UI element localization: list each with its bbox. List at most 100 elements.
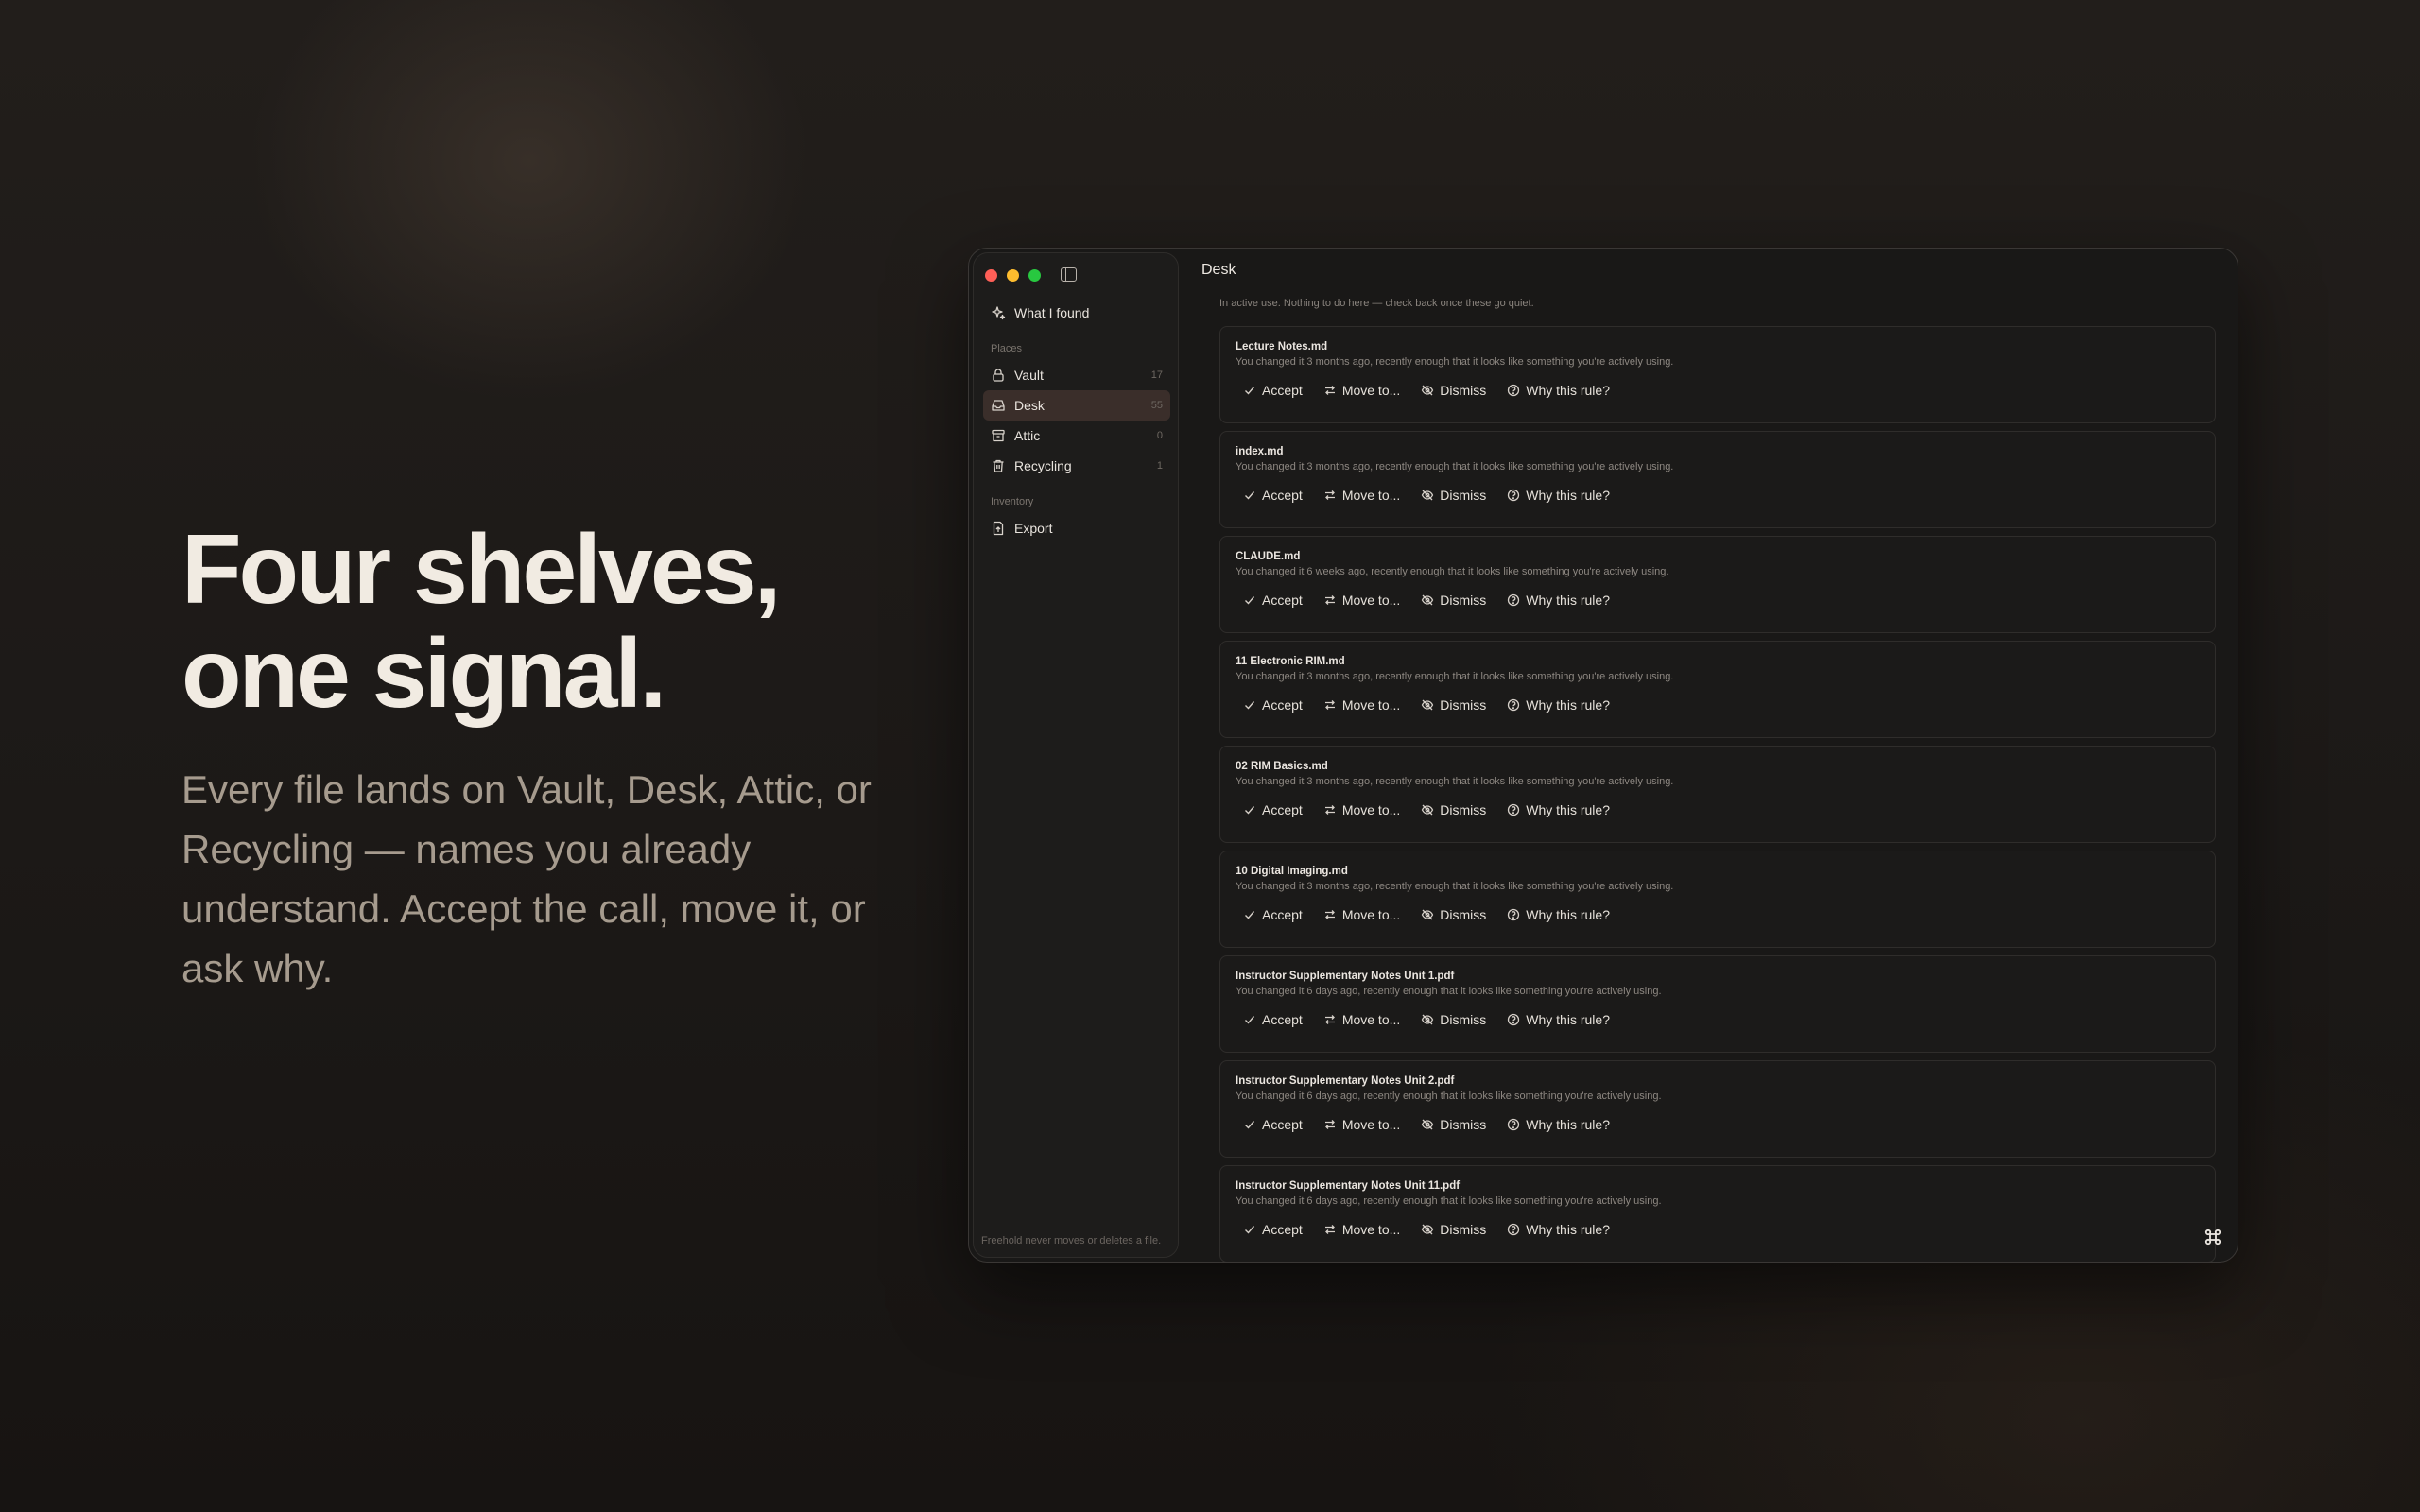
why-this-rule-button[interactable]: Why this rule?	[1507, 593, 1610, 608]
why-this-rule-button[interactable]: Why this rule?	[1507, 1117, 1610, 1132]
move-to-label: Move to...	[1341, 488, 1401, 503]
file-name: Instructor Supplementary Notes Unit 2.pd…	[1236, 1075, 1455, 1087]
hero-title: Four shelves, one signal.	[182, 518, 919, 726]
accept-button[interactable]: Accept	[1243, 1222, 1303, 1237]
sidebar-item-label: Attic	[1014, 428, 1041, 443]
sidebar-item-what-i-found[interactable]: What I found	[983, 298, 1170, 328]
check-icon	[1245, 806, 1255, 815]
file-actions: Accept Move to... Dismiss Why this rule?	[1236, 488, 2200, 503]
why-this-rule-label: Why this rule?	[1526, 1012, 1610, 1027]
move-to-button[interactable]: Move to...	[1323, 697, 1400, 713]
why-this-rule-button[interactable]: Why this rule?	[1507, 1222, 1610, 1237]
accept-button[interactable]: Accept	[1243, 802, 1303, 817]
dismiss-button[interactable]: Dismiss	[1421, 802, 1486, 817]
sidebar-item-desk[interactable]: Desk 55	[983, 390, 1170, 421]
why-this-rule-button[interactable]: Why this rule?	[1507, 697, 1610, 713]
why-this-rule-label: Why this rule?	[1526, 593, 1610, 608]
dismiss-button[interactable]: Dismiss	[1421, 488, 1486, 503]
file-reason: You changed it 3 months ago, recently en…	[1236, 356, 1674, 368]
accept-button[interactable]: Accept	[1243, 1012, 1303, 1027]
eye-off-icon	[1422, 1119, 1434, 1130]
accept-button[interactable]: Accept	[1243, 383, 1303, 398]
sidebar-item-recycling[interactable]: Recycling 1	[983, 451, 1170, 481]
arrows-swap-icon	[1324, 700, 1335, 710]
accept-button[interactable]: Accept	[1243, 593, 1303, 608]
help-circle-icon	[1508, 698, 1520, 712]
hero-title-line-1: Four shelves,	[182, 515, 781, 625]
eye-off-icon	[1422, 594, 1434, 606]
dismiss-button[interactable]: Dismiss	[1421, 697, 1486, 713]
sidebar-item-count: 0	[1156, 430, 1163, 441]
dismiss-button[interactable]: Dismiss	[1421, 383, 1486, 398]
file-reason: You changed it 3 months ago, recently en…	[1236, 671, 1674, 682]
eye-off-icon	[1422, 1224, 1434, 1235]
dismiss-button[interactable]: Dismiss	[1421, 907, 1486, 922]
dismiss-label: Dismiss	[1440, 383, 1487, 398]
file-export-icon	[993, 521, 1004, 536]
eye-off-icon	[1422, 385, 1434, 396]
dismiss-label: Dismiss	[1440, 802, 1487, 817]
help-circle-icon	[1508, 908, 1520, 921]
why-this-rule-button[interactable]: Why this rule?	[1507, 488, 1610, 503]
why-this-rule-label: Why this rule?	[1526, 1117, 1610, 1132]
dismiss-button[interactable]: Dismiss	[1421, 1012, 1486, 1027]
why-this-rule-button[interactable]: Why this rule?	[1507, 907, 1610, 922]
file-name: Instructor Supplementary Notes Unit 11.p…	[1236, 1180, 1461, 1192]
sidebar-toggle-icon[interactable]	[1061, 267, 1077, 282]
close-window-button[interactable]	[985, 269, 997, 282]
sidebar-item-vault[interactable]: Vault 17	[983, 360, 1170, 390]
dismiss-label: Dismiss	[1440, 593, 1487, 608]
sidebar-item-count: 1	[1156, 460, 1163, 472]
accept-button[interactable]: Accept	[1243, 697, 1303, 713]
file-card: 10 Digital Imaging.md You changed it 3 m…	[1219, 850, 2216, 948]
move-to-button[interactable]: Move to...	[1323, 383, 1400, 398]
why-this-rule-button[interactable]: Why this rule?	[1507, 383, 1610, 398]
file-card: CLAUDE.md You changed it 6 weeks ago, re…	[1219, 536, 2216, 633]
check-icon	[1245, 911, 1255, 919]
file-actions: Accept Move to... Dismiss Why this rule?	[1236, 697, 2200, 713]
accept-button[interactable]: Accept	[1243, 1117, 1303, 1132]
file-reason: You changed it 6 days ago, recently enou…	[1236, 1091, 1662, 1102]
zoom-window-button[interactable]	[1028, 269, 1041, 282]
arrows-swap-icon	[1324, 1015, 1335, 1024]
file-name: 02 RIM Basics.md	[1236, 761, 1328, 772]
check-icon	[1245, 1226, 1255, 1234]
minimize-window-button[interactable]	[1007, 269, 1019, 282]
help-circle-icon	[1508, 803, 1520, 816]
move-to-button[interactable]: Move to...	[1323, 488, 1400, 503]
file-card: Lecture Notes.md You changed it 3 months…	[1219, 326, 2216, 423]
accept-label: Accept	[1262, 1222, 1303, 1237]
check-icon	[1245, 491, 1255, 500]
accept-button[interactable]: Accept	[1243, 907, 1303, 922]
sidebar-item-label: Export	[1014, 521, 1053, 536]
move-to-button[interactable]: Move to...	[1323, 1012, 1400, 1027]
main-content: Desk In active use. Nothing to do here —…	[1186, 249, 2238, 1262]
accept-label: Accept	[1262, 802, 1303, 817]
move-to-button[interactable]: Move to...	[1323, 1117, 1400, 1132]
file-actions: Accept Move to... Dismiss Why this rule?	[1236, 593, 2200, 608]
arrows-swap-icon	[1324, 595, 1335, 605]
file-name: CLAUDE.md	[1236, 551, 1301, 562]
sidebar-footer-note: Freehold never moves or deletes a file.	[981, 1235, 1162, 1246]
sidebar-item-count: 55	[1150, 400, 1163, 411]
move-to-button[interactable]: Move to...	[1323, 1222, 1400, 1237]
file-actions: Accept Move to... Dismiss Why this rule?	[1236, 1117, 2200, 1132]
dismiss-label: Dismiss	[1440, 488, 1487, 503]
sidebar-nav: What I found Places Vault 17 Desk 55 Att…	[983, 298, 1170, 543]
help-circle-icon	[1508, 489, 1520, 502]
sidebar-item-export[interactable]: Export	[983, 513, 1170, 543]
dismiss-button[interactable]: Dismiss	[1421, 593, 1486, 608]
dismiss-button[interactable]: Dismiss	[1421, 1222, 1486, 1237]
file-actions: Accept Move to... Dismiss Why this rule?	[1236, 907, 2200, 922]
move-to-button[interactable]: Move to...	[1323, 593, 1400, 608]
why-this-rule-button[interactable]: Why this rule?	[1507, 1012, 1610, 1027]
move-to-button[interactable]: Move to...	[1323, 907, 1400, 922]
accept-button[interactable]: Accept	[1243, 488, 1303, 503]
dismiss-button[interactable]: Dismiss	[1421, 1117, 1486, 1132]
move-to-button[interactable]: Move to...	[1323, 802, 1400, 817]
command-icon[interactable]	[2204, 1228, 2222, 1246]
why-this-rule-button[interactable]: Why this rule?	[1507, 802, 1610, 817]
page-subtitle: In active use. Nothing to do here — chec…	[1219, 298, 1534, 309]
sidebar-item-attic[interactable]: Attic 0	[983, 421, 1170, 451]
check-icon	[1245, 701, 1255, 710]
